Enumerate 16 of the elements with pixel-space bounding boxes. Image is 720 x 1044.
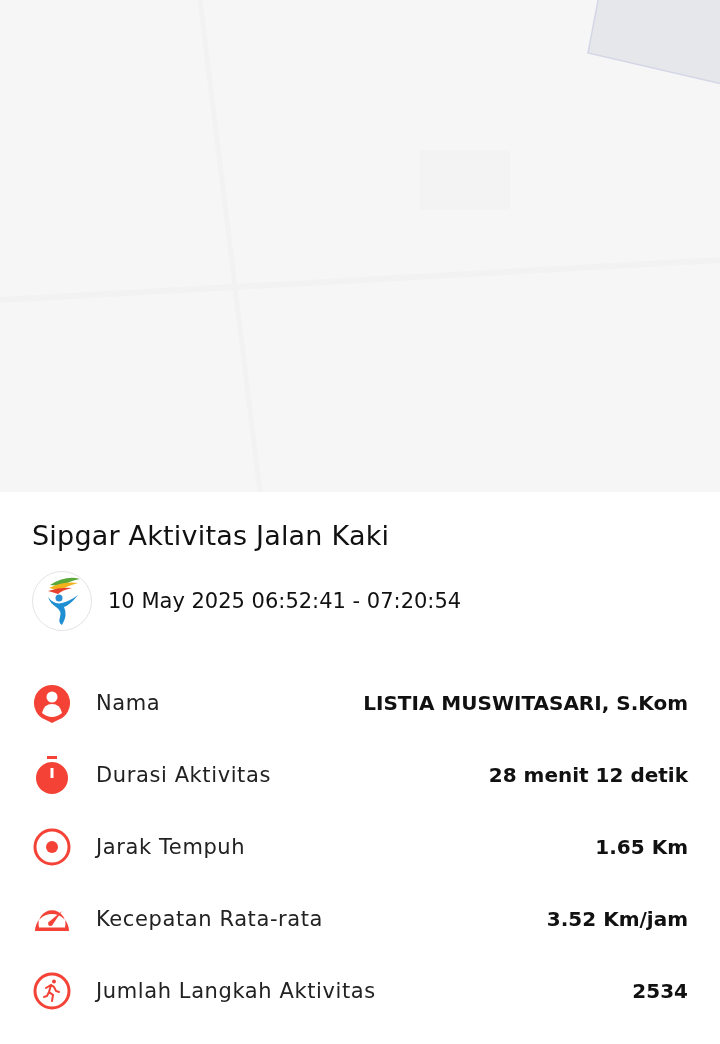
runner-logo-icon xyxy=(32,571,92,631)
stat-value: 3.52 Km/jam xyxy=(546,907,688,931)
stat-value: 28 menit 12 detik xyxy=(488,763,688,787)
stat-label: Jarak Tempuh xyxy=(96,835,246,859)
target-icon xyxy=(32,827,72,867)
activity-datetime: 10 May 2025 06:52:41 - 07:20:54 xyxy=(108,589,462,613)
stat-label: Nama xyxy=(96,691,161,715)
stat-value: 2534 xyxy=(632,979,688,1003)
stat-label: Jumlah Langkah Aktivitas xyxy=(96,979,376,1003)
stat-label: Kecepatan Rata-rata xyxy=(96,907,324,931)
activity-title: Sipgar Aktivitas Jalan Kaki xyxy=(32,520,391,551)
stat-value: 1.65 Km xyxy=(595,835,688,859)
stat-value: LISTIA MUSWITASARI, S.Kom xyxy=(363,691,688,715)
stat-label: Durasi Aktivitas xyxy=(96,763,271,787)
runner-icon xyxy=(32,971,72,1011)
person-pin-icon xyxy=(32,683,72,723)
